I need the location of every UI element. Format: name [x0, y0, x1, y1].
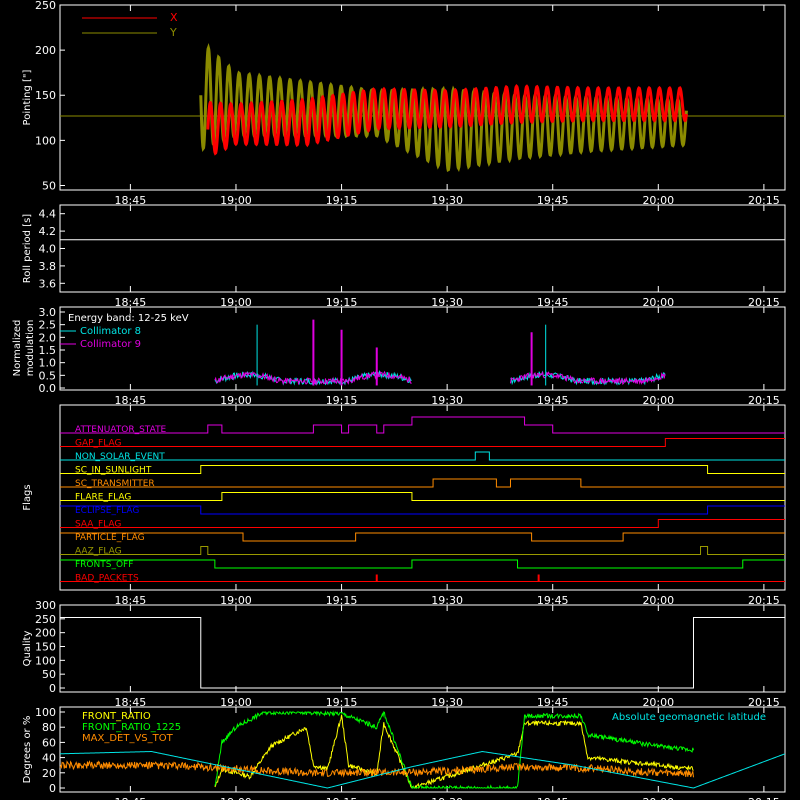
quality-ytick-label: 50 [42, 668, 56, 681]
modulation-ytick-label: 2.5 [39, 319, 57, 332]
flag-label: ECLIPSE_FLAG [75, 506, 139, 516]
modulation-legend-c8: Collimator 8 [80, 326, 141, 337]
time-tick-label: 18:45 [115, 796, 147, 800]
time-tick-label: 19:15 [326, 796, 358, 800]
flag-label: AAZ_FLAG [75, 547, 122, 557]
ratios-ytick-label: 80 [42, 721, 56, 734]
pointing-ytick-label: 50 [42, 179, 56, 192]
roll-period-ylabel: Roll period [s] [22, 214, 33, 283]
modulation-ylabel-line2: modulation [25, 320, 36, 377]
modulation-ytick-label: 0.5 [39, 369, 57, 382]
quality-ytick-label: 0 [49, 682, 56, 695]
modulation-legend-c9: Collimator 9 [80, 339, 141, 350]
quality-ytick-label: 150 [35, 641, 56, 654]
legend-y-label: Y [169, 26, 177, 39]
flag-label: SAA_FLAG [75, 520, 121, 530]
modulation-ytick-label: 1.0 [39, 357, 57, 370]
flag-label: BAD_PACKETS [75, 574, 139, 584]
flag-label: GAP_FLAG [75, 439, 121, 449]
ratios-ytick-label: 0 [49, 782, 56, 795]
flag-label: FLARE_FLAG [75, 493, 131, 503]
ratio-legend-latitude: Absolute geomagnetic latitude [612, 712, 766, 723]
flag-label: SC_TRANSMITTER [75, 479, 155, 489]
time-tick-label: 19:45 [537, 796, 569, 800]
modulation-legend-band: Energy band: 12-25 keV [68, 313, 189, 324]
time-tick-label: 20:15 [748, 796, 780, 800]
roll-period-ytick-label: 4.4 [39, 208, 57, 221]
pointing-ylabel: Pointing ["] [22, 69, 33, 125]
ratios-ytick-label: 100 [35, 706, 56, 719]
time-tick-label: 20:00 [642, 796, 674, 800]
quality-ytick-label: 100 [35, 654, 56, 667]
modulation-ytick-label: 2.0 [39, 331, 57, 344]
flag-label: ATTENUATOR_STATE [75, 425, 167, 435]
pointing-ytick-label: 150 [35, 89, 56, 102]
roll-period-ytick-label: 4.0 [39, 243, 57, 256]
ratio-legend-front: FRONT_RATIO [82, 711, 151, 722]
legend-x-label: X [170, 11, 178, 24]
flag-label: PARTICLE_FLAG [75, 533, 145, 543]
quality-ytick-label: 300 [35, 599, 56, 612]
flag-label: NON_SOLAR_EVENT [75, 452, 165, 462]
quality-ylabel: Quality [22, 631, 33, 667]
ratios-ytick-label: 20 [42, 767, 56, 780]
ratios-ylabel: Degrees or % [22, 716, 33, 784]
rhessi-quicklook-chart: 18:45 19:00 19:15 19:30 19:45 20:00 20:15 Point… [0, 0, 800, 800]
pointing-ytick-label: 200 [35, 44, 56, 57]
quality-ytick-label: 200 [35, 627, 56, 640]
roll-period-ytick-label: 4.2 [39, 225, 57, 238]
flag-label: FRONTS_OFF [75, 560, 133, 570]
pointing-ytick-label: 250 [35, 0, 56, 12]
time-tick-label: 19:30 [431, 796, 463, 800]
flags-ylabel: Flags [22, 484, 33, 510]
pointing-ytick-label: 100 [35, 134, 56, 147]
ratios-ytick-label: 40 [42, 752, 56, 765]
modulation-ytick-label: 3.0 [39, 306, 57, 319]
time-tick-label: 19:00 [220, 796, 252, 800]
modulation-ytick-label: 1.5 [39, 344, 57, 357]
roll-period-ytick-label: 3.8 [39, 260, 57, 273]
roll-period-ytick-label: 3.6 [39, 277, 57, 290]
modulation-ylabel-line1: Normalized [12, 320, 23, 377]
ratio-legend-maxdet: MAX_DET_VS_TOT [82, 733, 174, 744]
flag-label: SC_IN_SUNLIGHT [75, 466, 152, 476]
ratio-legend-front-1225: FRONT_RATIO_1225 [82, 722, 181, 733]
modulation-ytick-label: 0.0 [39, 382, 57, 395]
ratios-ytick-label: 60 [42, 736, 56, 749]
quality-ytick-label: 250 [35, 613, 56, 626]
